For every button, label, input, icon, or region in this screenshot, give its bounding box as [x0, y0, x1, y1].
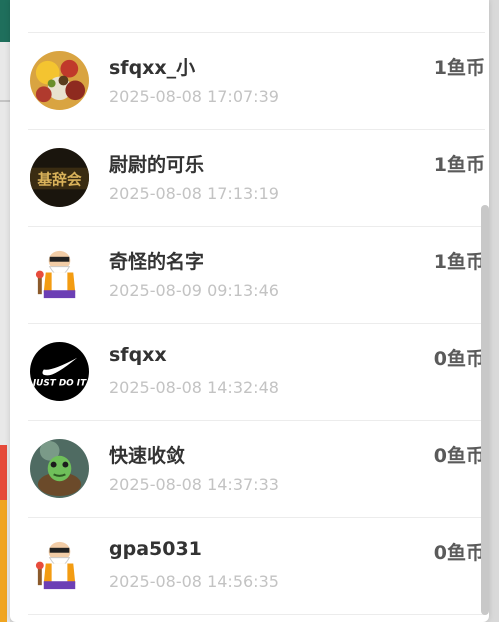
list-item[interactable]: JUST DO IT sfqxx 2025-08-08 14:32:48 0鱼币 — [28, 324, 485, 421]
background-divider — [0, 100, 10, 102]
timestamp: 2025-08-08 14:56:35 — [109, 572, 279, 591]
avatar[interactable] — [30, 439, 89, 498]
list-item[interactable]: 快速收敛 2025-08-08 14:37:33 0鱼币 — [28, 421, 485, 518]
coin-count: 1鱼币 — [433, 251, 485, 273]
timestamp: 2025-08-08 14:37:33 — [109, 475, 279, 494]
old-master-avatar-icon — [30, 536, 89, 595]
coin-count: 1鱼币 — [433, 57, 485, 79]
scrollbar[interactable] — [481, 205, 489, 615]
user-name[interactable]: 奇怪的名字 — [109, 247, 204, 274]
avatar-text: JUST DO IT — [31, 378, 87, 388]
timestamp: 2025-08-08 14:32:48 — [109, 378, 279, 397]
avatar[interactable]: JUST DO IT — [30, 342, 89, 401]
timestamp: 2025-08-09 09:13:46 — [109, 281, 279, 300]
coin-count: 0鱼币 — [433, 348, 485, 370]
screen: sfqxx_小 2025-08-08 17:07:39 1鱼币 基辞会 尉尉的可… — [0, 0, 499, 622]
golden-sign-avatar-icon: 基辞会 — [30, 148, 89, 207]
list-item[interactable]: gpa5031 2025-08-08 14:56:35 0鱼币 — [28, 518, 485, 615]
user-name[interactable]: 尉尉的可乐 — [109, 150, 204, 177]
user-name[interactable]: sfqxx_小 — [109, 53, 195, 80]
list-item[interactable]: 基辞会 尉尉的可乐 2025-08-08 17:13:19 1鱼币 — [28, 130, 485, 227]
avatar[interactable] — [30, 245, 89, 304]
user-name[interactable]: 快速收敛 — [109, 441, 185, 468]
avatar[interactable] — [30, 536, 89, 595]
fruit-salad-avatar-icon — [30, 51, 89, 110]
reward-list-popup: sfqxx_小 2025-08-08 17:07:39 1鱼币 基辞会 尉尉的可… — [10, 0, 489, 622]
list-item[interactable]: 奇怪的名字 2025-08-09 09:13:46 1鱼币 — [28, 227, 485, 324]
coin-count: 0鱼币 — [433, 542, 485, 564]
avatar-text: 基辞会 — [36, 170, 82, 188]
avatar[interactable]: 基辞会 — [30, 148, 89, 207]
background-header — [0, 0, 10, 42]
old-master-avatar-icon — [30, 245, 89, 304]
timestamp: 2025-08-08 17:07:39 — [109, 87, 279, 106]
user-name[interactable]: sfqxx — [109, 344, 167, 366]
reward-list: sfqxx_小 2025-08-08 17:07:39 1鱼币 基辞会 尉尉的可… — [28, 32, 485, 615]
coin-count: 0鱼币 — [433, 445, 485, 467]
swoosh-logo-avatar-icon: JUST DO IT — [30, 342, 89, 401]
list-item[interactable]: sfqxx_小 2025-08-08 17:07:39 1鱼币 — [28, 33, 485, 130]
turtle-avatar-icon — [30, 439, 89, 498]
user-name[interactable]: gpa5031 — [109, 538, 202, 560]
timestamp: 2025-08-08 17:13:19 — [109, 184, 279, 203]
coin-count: 1鱼币 — [433, 154, 485, 176]
avatar[interactable] — [30, 51, 89, 110]
background-banner-accent — [0, 500, 7, 622]
